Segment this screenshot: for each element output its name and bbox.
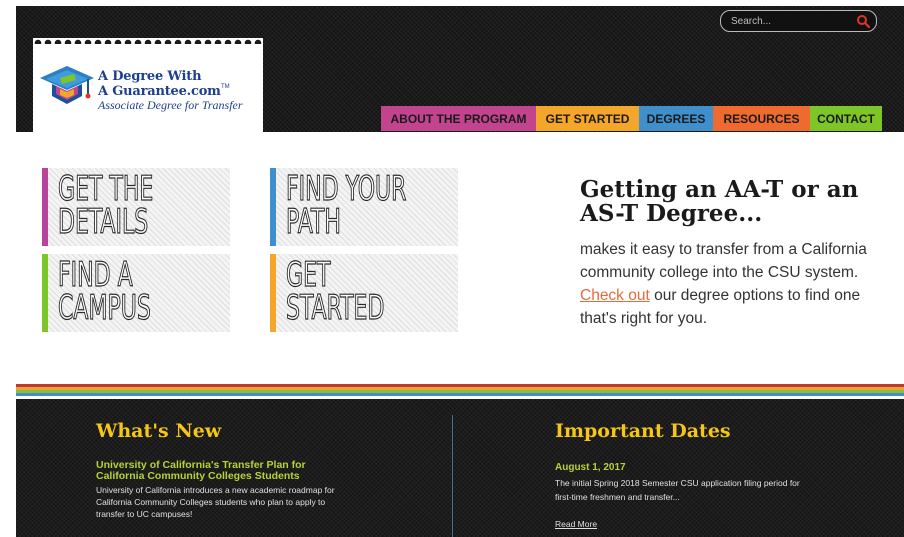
- tile-color-bar: [42, 254, 48, 332]
- logo-text-line2: A Guarantee.com: [98, 84, 221, 99]
- check-out-link[interactable]: Check out: [580, 287, 650, 304]
- search-icon[interactable]: [856, 14, 870, 28]
- nav-get-started[interactable]: GET STARTED: [536, 106, 639, 131]
- color-stripes: [16, 384, 904, 396]
- tile-label: GET STARTED: [286, 255, 385, 328]
- column-divider: [452, 415, 453, 537]
- tile-find-a-campus[interactable]: FIND A CAMPUS: [42, 254, 230, 332]
- tile-label: FIND YOUR PATH: [286, 169, 407, 242]
- logo-trademark: TM: [221, 84, 230, 90]
- news-headline-link[interactable]: University of California's Transfer Plan…: [96, 460, 346, 482]
- date-body: The initial Spring 2018 Semester CSU app…: [555, 478, 800, 502]
- tile-label: FIND A CAMPUS: [58, 255, 152, 328]
- main-nav: ABOUT THE PROGRAM GET STARTED DEGREES RE…: [381, 106, 882, 131]
- read-more-link[interactable]: Read More: [555, 519, 597, 529]
- tile-get-started[interactable]: GET STARTED: [270, 254, 458, 332]
- important-dates-title: Important Dates: [555, 420, 731, 442]
- date-heading: August 1, 2017: [555, 462, 626, 473]
- graduation-cap-logo-icon: [40, 66, 94, 104]
- logo-text-line1: A Degree With: [98, 69, 202, 84]
- tile-find-your-path[interactable]: FIND YOUR PATH: [270, 168, 458, 246]
- nav-resources[interactable]: RESOURCES: [713, 106, 810, 131]
- nav-about-the-program[interactable]: ABOUT THE PROGRAM: [381, 106, 536, 131]
- tile-label: GET THE DETAILS: [58, 169, 154, 242]
- promo-text: makes it easy to transfer from a Califor…: [580, 241, 867, 327]
- whats-new-title: What's New: [96, 420, 222, 442]
- tile-color-bar: [270, 168, 276, 246]
- news-body: University of California introduces a ne…: [96, 485, 335, 519]
- promo-title: Getting an AA-T or an AS-T Degree...: [580, 176, 859, 227]
- tile-color-bar: [270, 254, 276, 332]
- nav-contact[interactable]: CONTACT: [810, 106, 882, 131]
- search-input[interactable]: [731, 13, 851, 29]
- search-box[interactable]: [720, 10, 877, 32]
- logo-tagline: Associate Degree for Transfer: [98, 98, 243, 112]
- nav-degrees[interactable]: DEGREES: [639, 106, 713, 131]
- stripe: [16, 393, 904, 396]
- tile-color-bar: [42, 168, 48, 246]
- tile-get-the-details[interactable]: GET THE DETAILS: [42, 168, 230, 246]
